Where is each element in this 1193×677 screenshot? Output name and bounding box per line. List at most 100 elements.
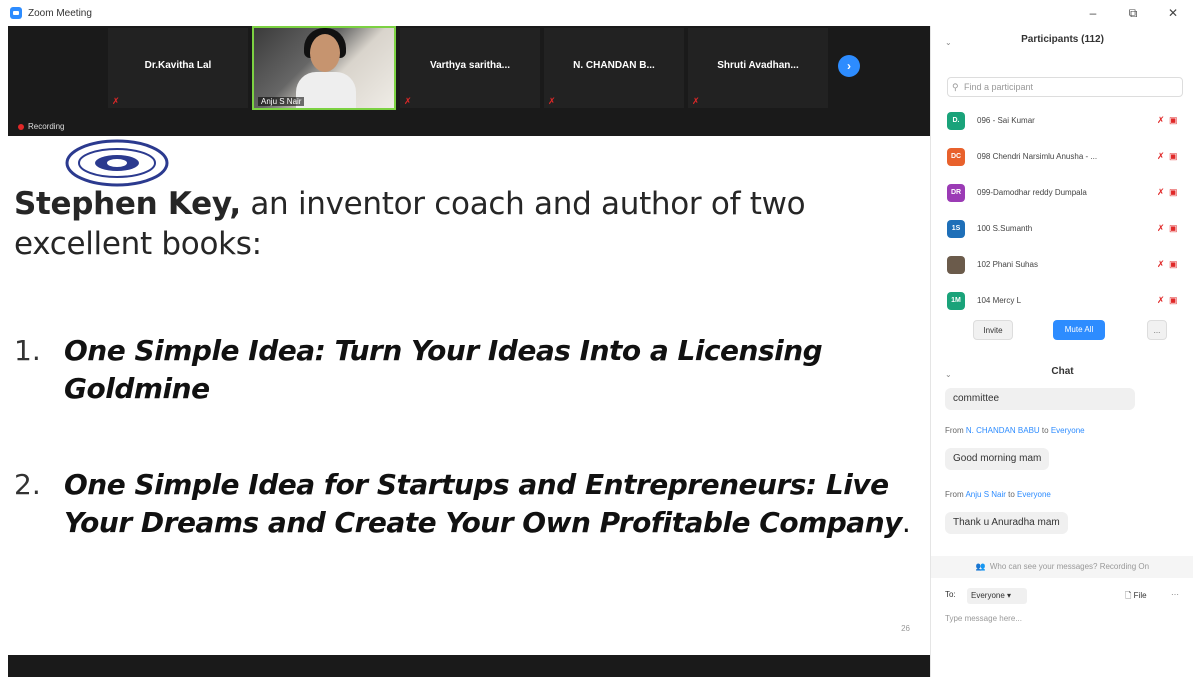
- avatar: DC: [947, 148, 965, 166]
- close-button[interactable]: ✕: [1153, 0, 1193, 26]
- video-tile-active[interactable]: Anju S Nair: [252, 26, 396, 110]
- video-off-icon[interactable]: ▣: [1169, 115, 1178, 126]
- recording-indicator: Recording: [18, 122, 64, 131]
- zoom-meeting-window: Zoom Meeting – ⧉ ✕ Dr.Kavitha Lal ✗ Anju…: [0, 0, 1193, 677]
- participant-name: N. CHANDAN B...: [573, 60, 655, 71]
- recording-label: Recording: [28, 122, 65, 131]
- restore-button[interactable]: ⧉: [1113, 0, 1153, 26]
- video-person-body: [296, 72, 356, 108]
- minimize-button[interactable]: –: [1073, 0, 1113, 26]
- video-tile[interactable]: Varthya saritha... ✗: [400, 28, 540, 108]
- side-panel: ⌄ Participants (112) ⚲ Find a participan…: [930, 26, 1193, 677]
- participant-list: D. 096 - Sai Kumar ✗ ▣ DC 098 Chendri Narsiml…: [931, 106, 1193, 322]
- participant-row[interactable]: 102 Phani Suhas ✗ ▣: [931, 250, 1193, 286]
- search-placeholder: Find a participant: [964, 82, 1034, 92]
- muted-mic-icon[interactable]: ✗: [1157, 295, 1165, 306]
- from-prefix: From: [945, 426, 966, 435]
- chat-sender-line: From N. CHANDAN BABU to Everyone: [945, 426, 1085, 435]
- video-tile[interactable]: N. CHANDAN B... ✗: [544, 28, 684, 108]
- participant-name: Shruti Avadhan...: [717, 60, 799, 71]
- more-options-button[interactable]: ...: [1147, 320, 1167, 340]
- participant-name: Varthya saritha...: [429, 60, 511, 71]
- file-icon: 🗋: [1125, 591, 1134, 600]
- participant-name: Anju S Nair: [258, 97, 305, 106]
- privacy-text: Who can see your messages? Recording On: [989, 562, 1150, 571]
- to-prefix: to: [1005, 490, 1018, 499]
- participant-row[interactable]: 1M 104 Mercy L ✗ ▣: [931, 286, 1193, 322]
- more-icon[interactable]: ⋯: [1171, 590, 1179, 599]
- recipient-select[interactable]: Everyone ▾: [967, 588, 1027, 604]
- book-number: 1.: [14, 334, 41, 367]
- participant-name: 102 Phani Suhas: [977, 260, 1038, 269]
- title-bar: Zoom Meeting – ⧉ ✕: [0, 0, 1193, 26]
- participant-actions: Invite Mute All ...: [931, 320, 1193, 342]
- window-title: Zoom Meeting: [28, 7, 92, 19]
- invite-button[interactable]: Invite: [973, 320, 1013, 340]
- video-tile[interactable]: Dr.Kavitha Lal ✗: [108, 28, 248, 108]
- video-off-icon[interactable]: ▣: [1169, 151, 1178, 162]
- avatar: D.: [947, 112, 965, 130]
- mute-all-button[interactable]: Mute All: [1053, 320, 1105, 340]
- chevron-right-icon[interactable]: ›: [838, 55, 860, 77]
- muted-mic-icon[interactable]: ✗: [1157, 259, 1165, 270]
- from-prefix: From: [945, 490, 966, 499]
- chat-sender-line: From Anju S Nair to Everyone: [945, 490, 1051, 499]
- participant-name: 096 - Sai Kumar: [977, 116, 1035, 125]
- book-title-text: One Simple Idea for Startups and Entrepr…: [64, 468, 902, 539]
- video-off-icon[interactable]: ▣: [1169, 187, 1178, 198]
- file-button[interactable]: 🗋 File: [1125, 590, 1147, 604]
- meeting-area: Dr.Kavitha Lal ✗ Anju S Nair Varthya sar…: [8, 26, 930, 677]
- chat-message: committee: [945, 388, 1135, 410]
- video-off-icon[interactable]: ▣: [1169, 259, 1178, 270]
- muted-mic-icon[interactable]: ✗: [1157, 151, 1165, 162]
- people-icon: 👥: [975, 562, 986, 571]
- book-title: One Simple Idea: Turn Your Ideas Into a …: [64, 334, 823, 405]
- participant-row[interactable]: DR 099-Damodhar reddy Dumpala ✗ ▣: [931, 178, 1193, 214]
- chat-message: Good morning mam: [945, 448, 1050, 470]
- window-controls: – ⧉ ✕: [1073, 0, 1193, 26]
- participant-name: 104 Mercy L: [977, 296, 1022, 305]
- muted-mic-icon: ✗: [112, 96, 120, 106]
- book-item: 1. One Simple Idea: Turn Your Ideas Into…: [14, 332, 914, 408]
- avatar: 1M: [947, 292, 965, 310]
- participant-search-input[interactable]: ⚲ Find a participant: [947, 77, 1183, 97]
- to-label: To:: [945, 590, 956, 599]
- chat-title: Chat: [1051, 366, 1074, 377]
- muted-mic-icon[interactable]: ✗: [1157, 187, 1165, 198]
- participants-title: Participants (112): [1021, 34, 1104, 45]
- shared-slide: Stephen Key, an inventor coach and autho…: [8, 136, 930, 655]
- chat-message: Thank u Anuradha mam: [945, 512, 1068, 534]
- muted-mic-icon[interactable]: ✗: [1157, 115, 1165, 126]
- sender-link[interactable]: N. CHANDAN BABU: [966, 426, 1040, 435]
- recipient-link[interactable]: Everyone: [1017, 490, 1051, 499]
- sender-link[interactable]: Anju S Nair: [965, 490, 1005, 499]
- recording-dot-icon: [18, 123, 24, 130]
- slide-heading: Stephen Key, an inventor coach and autho…: [14, 184, 914, 264]
- participant-name: 098 Chendri Narsimlu Anusha - ...: [977, 152, 1098, 161]
- participant-name: 100 S.Sumanth: [977, 224, 1033, 233]
- recipient-link[interactable]: Everyone: [1051, 426, 1085, 435]
- muted-mic-icon: ✗: [404, 96, 412, 106]
- chat-privacy-note[interactable]: 👥 Who can see your messages? Recording On: [931, 556, 1193, 578]
- participant-row[interactable]: DC 098 Chendri Narsimlu Anusha - ... ✗ ▣: [931, 142, 1193, 178]
- file-label: File: [1133, 591, 1147, 600]
- muted-mic-icon[interactable]: ✗: [1157, 223, 1165, 234]
- chat-recipient-bar: To: Everyone ▾ 🗋 File ⋯: [945, 588, 1185, 604]
- book-title-suffix: .: [901, 506, 911, 539]
- video-tile[interactable]: Shruti Avadhan... ✗: [688, 28, 828, 108]
- avatar: 1S: [947, 220, 965, 238]
- book-number: 2.: [14, 468, 41, 501]
- video-off-icon[interactable]: ▣: [1169, 295, 1178, 306]
- muted-mic-icon: ✗: [548, 96, 556, 106]
- participant-row[interactable]: 1S 100 S.Sumanth ✗ ▣: [931, 214, 1193, 250]
- chat-message-input[interactable]: Type message here...: [945, 614, 1022, 623]
- book-title: One Simple Idea for Startups and Entrepr…: [64, 466, 914, 542]
- avatar: DR: [947, 184, 965, 202]
- video-person-face: [310, 34, 340, 72]
- video-off-icon[interactable]: ▣: [1169, 223, 1178, 234]
- video-strip: Dr.Kavitha Lal ✗ Anju S Nair Varthya sar…: [8, 26, 930, 136]
- participant-row[interactable]: D. 096 - Sai Kumar ✗ ▣: [931, 106, 1193, 142]
- slide-page-number: 26: [901, 624, 910, 633]
- book-item: 2. One Simple Idea for Startups and Entr…: [14, 466, 914, 542]
- institution-emblem-icon: [65, 139, 169, 187]
